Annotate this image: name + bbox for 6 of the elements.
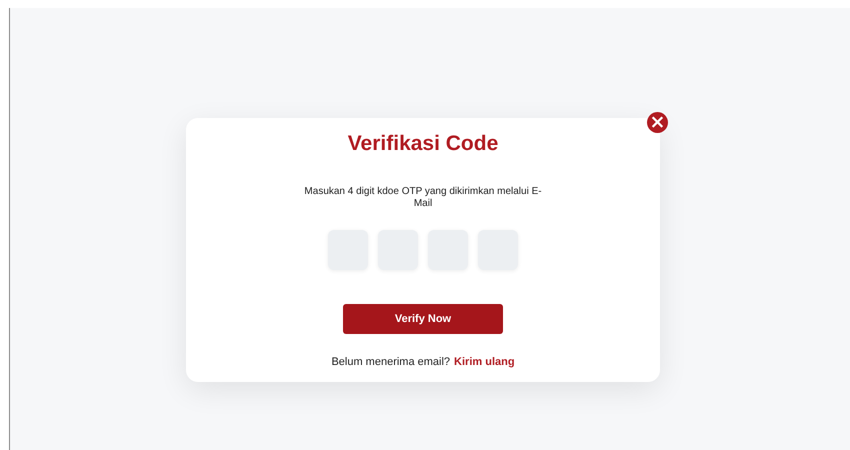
instruction-text: Masukan 4 digit kdoe OTP yang dikirimkan melalui E-Mail <box>303 186 543 210</box>
dialog-title: Verifikasi Code <box>348 131 498 157</box>
resend-prompt: Belum menerima email? <box>331 356 450 368</box>
close-button[interactable]: × <box>647 112 668 133</box>
resend-link[interactable]: Kirim ulang <box>454 356 515 368</box>
verify-button[interactable]: Verify Now <box>343 304 503 334</box>
